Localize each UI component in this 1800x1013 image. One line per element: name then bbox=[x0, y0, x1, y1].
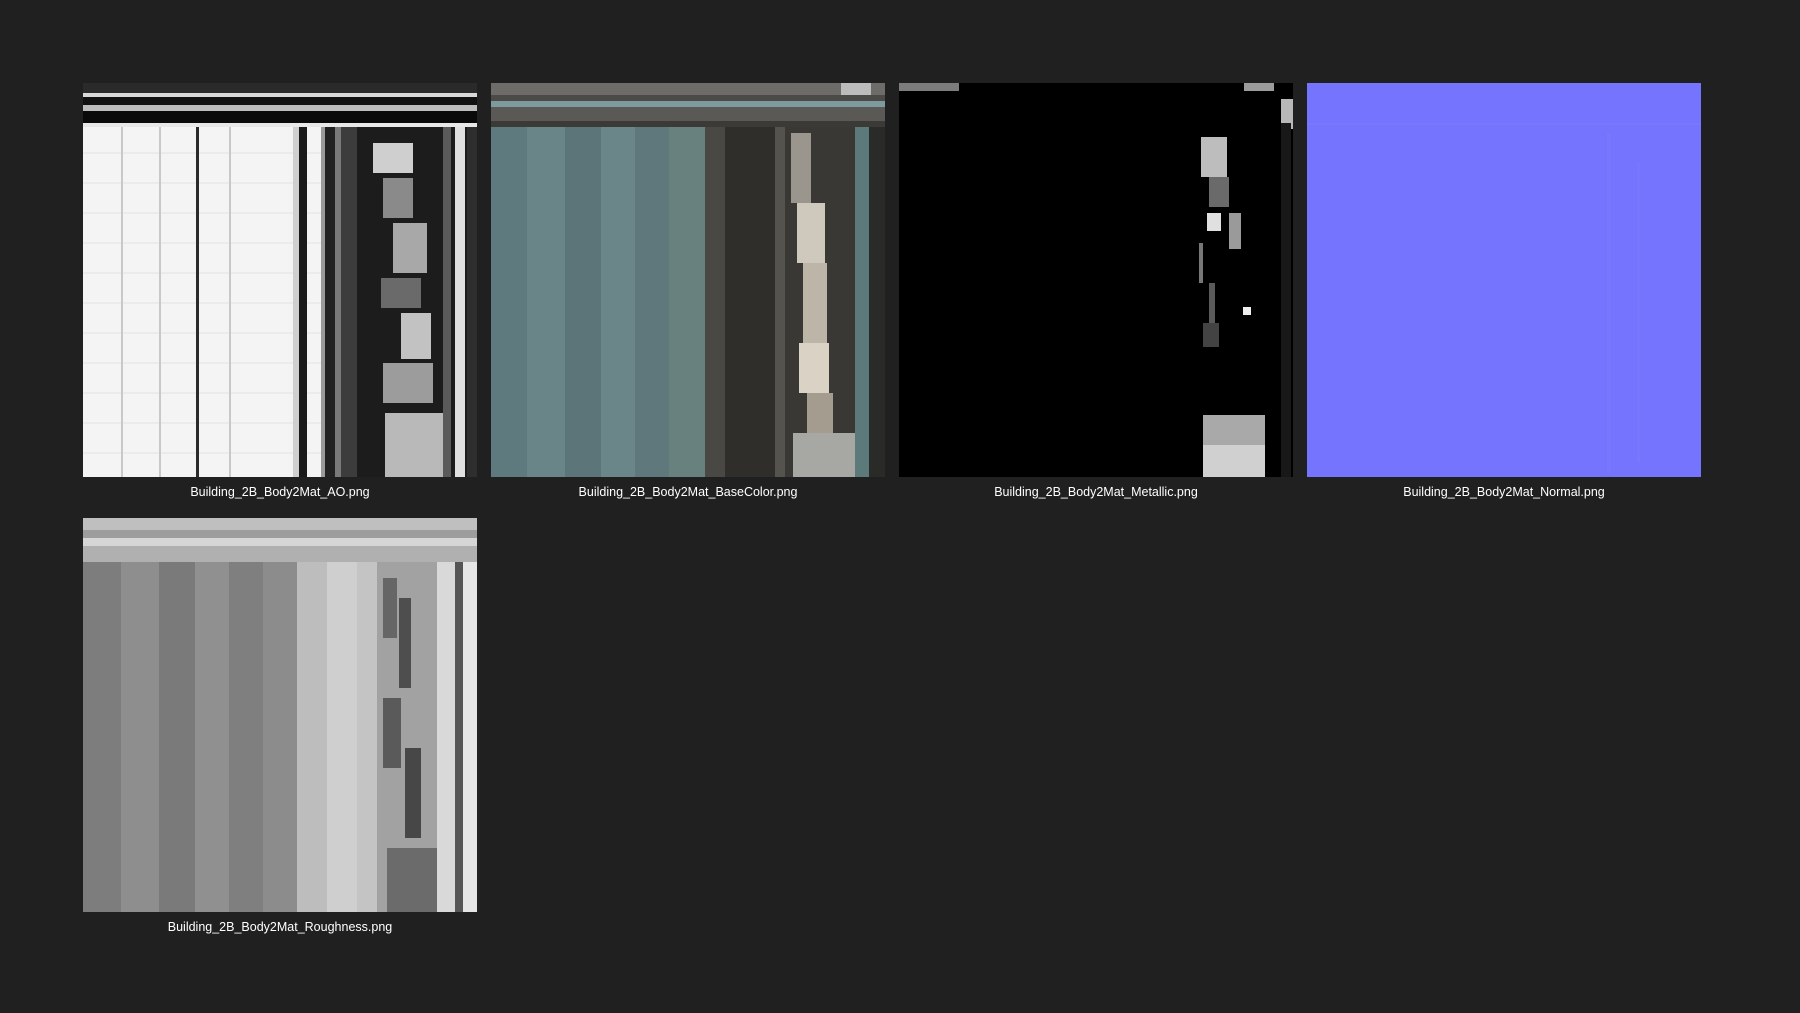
file-name: Building_2B_Body2Mat_Normal.png bbox=[1403, 485, 1605, 499]
file-name: Building_2B_Body2Mat_Metallic.png bbox=[994, 485, 1198, 499]
file-tile-normal[interactable]: Building_2B_Body2Mat_Normal.png bbox=[1307, 83, 1701, 500]
metallic-texture-thumbnail[interactable] bbox=[899, 83, 1293, 477]
roughness-texture-thumbnail[interactable] bbox=[83, 518, 477, 912]
thumbnail-gallery: Building_2B_Body2Mat_AO.png Building_2B_… bbox=[83, 83, 1701, 935]
file-name: Building_2B_Body2Mat_BaseColor.png bbox=[578, 485, 798, 499]
file-tile-metallic[interactable]: Building_2B_Body2Mat_Metallic.png bbox=[899, 83, 1293, 500]
file-tile-roughness[interactable]: Building_2B_Body2Mat_Roughness.png bbox=[83, 518, 477, 935]
basecolor-texture-thumbnail[interactable] bbox=[491, 83, 885, 477]
normal-texture-thumbnail[interactable] bbox=[1307, 83, 1701, 477]
file-tile-ao[interactable]: Building_2B_Body2Mat_AO.png bbox=[83, 83, 477, 500]
file-tile-basecolor[interactable]: Building_2B_Body2Mat_BaseColor.png bbox=[491, 83, 885, 500]
file-name: Building_2B_Body2Mat_AO.png bbox=[190, 485, 370, 499]
file-name: Building_2B_Body2Mat_Roughness.png bbox=[167, 920, 393, 934]
ao-texture-thumbnail[interactable] bbox=[83, 83, 477, 477]
